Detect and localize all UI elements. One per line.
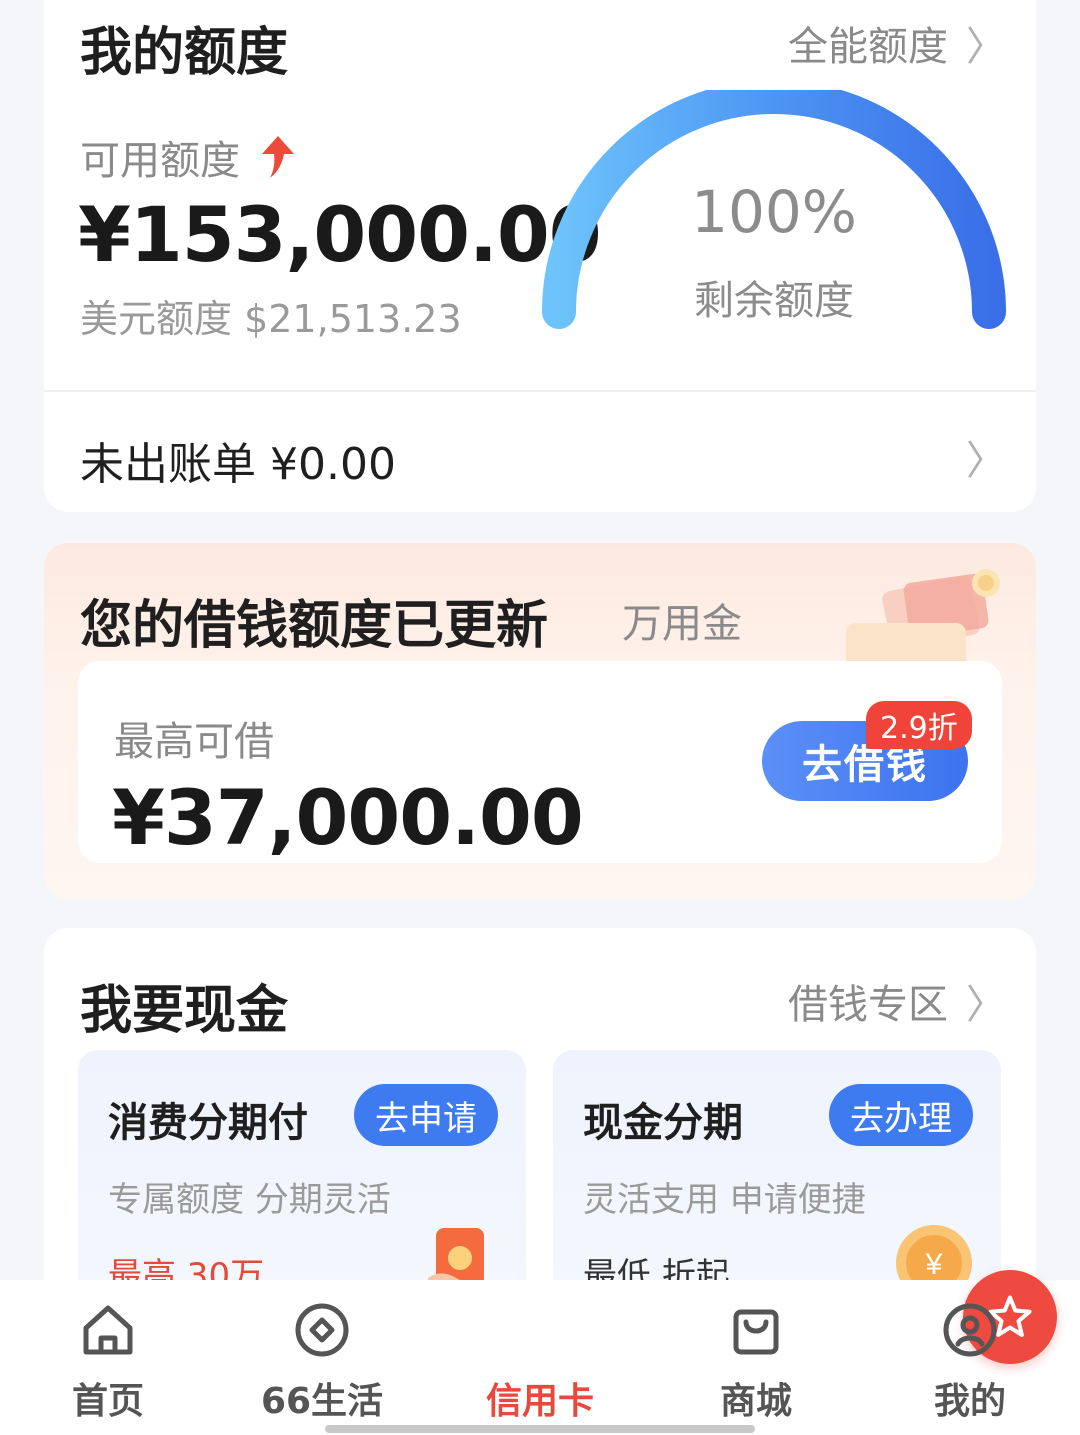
chevron-right-icon: 〉 (966, 24, 1006, 70)
nav-mine[interactable]: 我的 (900, 1298, 1040, 1424)
chevron-right-icon: 〉 (966, 982, 1006, 1028)
loan-zone-label: 借钱专区 (788, 982, 948, 1028)
compass-icon (295, 1303, 349, 1357)
nav-life[interactable]: 66生活 (252, 1298, 392, 1424)
nav-credit-card-label: 信用卡 (485, 1381, 594, 1422)
cash-title: 我要现金 (80, 981, 289, 1041)
chevron-right-icon[interactable]: 〉 (966, 428, 1006, 486)
installment-pay-title: 消费分期付 (108, 1100, 308, 1146)
nav-mall[interactable]: 商城 (686, 1298, 826, 1424)
available-quota-label: 可用额度 (80, 128, 298, 186)
nav-credit-card[interactable]: 信用卡 (470, 1270, 1057, 1424)
loan-title: 您的借钱额度已更新 (80, 596, 549, 656)
nav-mine-label: 我的 (933, 1381, 1006, 1422)
available-amount: ¥153,000.00 (78, 190, 602, 279)
handle-button[interactable]: 去办理 (829, 1084, 973, 1146)
all-quota-label: 全能额度 (788, 24, 948, 70)
nav-life-label: 66生活 (260, 1381, 384, 1422)
arrow-up-icon (262, 136, 294, 178)
cash-installment-desc: 灵活支用 申请便捷 (583, 1180, 866, 1220)
home-icon (83, 1305, 133, 1355)
loan-offer-panel: 最高可借 ¥37,000.00 去借钱 2.9折 (78, 661, 1002, 863)
cash-installment-title: 现金分期 (583, 1100, 743, 1146)
nav-home[interactable]: 首页 (38, 1298, 178, 1424)
loan-subtitle: 万用金 (622, 601, 742, 647)
user-icon (943, 1303, 997, 1357)
remaining-percent: 100% (691, 178, 857, 246)
loan-zone-link[interactable]: 借钱专区 〉 (788, 972, 1006, 1030)
remaining-label: 剩余额度 (694, 278, 854, 324)
wallet-illustration-icon (846, 569, 1000, 673)
installment-pay-desc: 专属额度 分期灵活 (108, 1180, 391, 1220)
max-borrow-label: 最高可借 (114, 719, 274, 765)
apply-button[interactable]: 去申请 (354, 1084, 498, 1146)
home-indicator (325, 1425, 755, 1433)
divider (44, 390, 1036, 392)
loan-card: 您的借钱额度已更新 万用金 最高可借 ¥37,000.00 去借钱 2.9折 (44, 543, 1036, 899)
max-borrow-amount: ¥37,000.00 (112, 773, 584, 862)
all-quota-link[interactable]: 全能额度 〉 (788, 14, 1006, 72)
nav-home-label: 首页 (71, 1381, 144, 1422)
available-label-text: 可用额度 (80, 138, 240, 184)
usd-quota: 美元额度 $21,513.23 (80, 297, 462, 341)
bottom-nav: 首页 66生活 信用卡 商城 我的 (0, 1270, 1080, 1435)
shopping-bag-icon (733, 1309, 779, 1355)
quota-card: 我的额度 全能额度 〉 可用额度 ¥153,000.00 美元额度 $21,51… (44, 0, 1036, 512)
nav-mall-label: 商城 (719, 1381, 792, 1422)
quota-title: 我的额度 (80, 23, 289, 83)
unbilled-amount[interactable]: 未出账单 ¥0.00 (80, 428, 396, 492)
discount-badge: 2.9折 (866, 701, 972, 749)
svg-text:¥: ¥ (925, 1248, 943, 1281)
